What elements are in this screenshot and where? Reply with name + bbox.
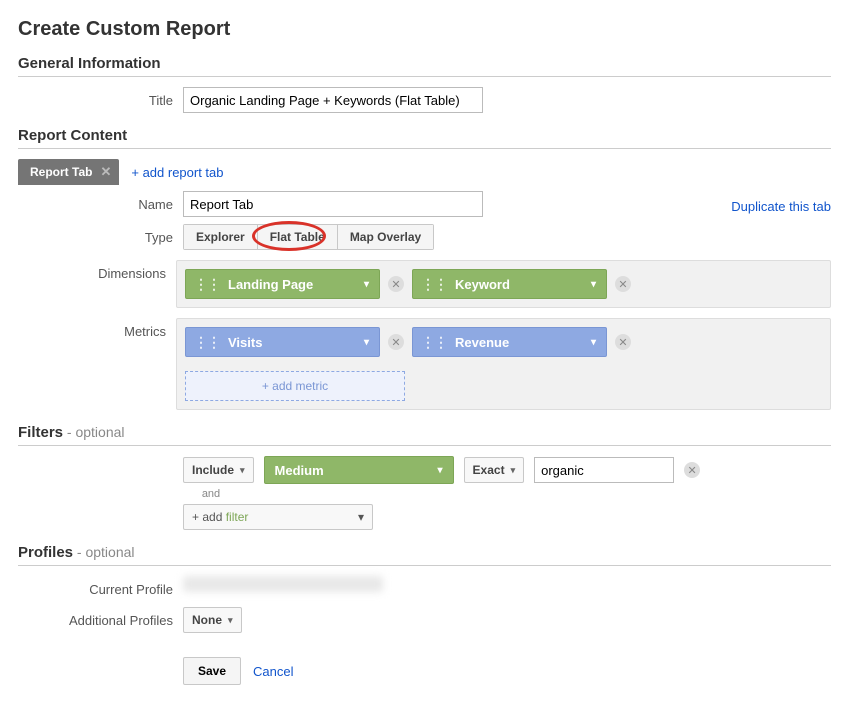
add-metric-button[interactable]: + add metric: [185, 371, 405, 401]
remove-icon[interactable]: ✕: [615, 334, 631, 350]
metric-pill-revenue[interactable]: ⋮⋮ Revenue ▾: [412, 327, 607, 357]
section-content: Report Content: [18, 127, 831, 149]
caret-down-icon: ▾: [240, 465, 245, 476]
label-dimensions: Dimensions: [18, 260, 176, 281]
additional-profiles-dropdown[interactable]: None▾: [183, 607, 242, 633]
section-filters: Filters - optional: [18, 424, 831, 446]
title-input[interactable]: [183, 87, 483, 113]
label-metrics: Metrics: [18, 318, 176, 339]
caret-down-icon: ▾: [581, 337, 606, 348]
label-title: Title: [18, 87, 183, 108]
report-tab-label: Report Tab: [30, 165, 92, 179]
caret-down-icon: ▾: [581, 279, 606, 290]
name-input[interactable]: [183, 191, 483, 217]
dimensions-box: ⋮⋮ Landing Page ▾ ✕ ⋮⋮ Keyword ▾ ✕: [176, 260, 831, 308]
type-toggle: Explorer Flat Table Map Overlay: [183, 224, 434, 250]
remove-icon[interactable]: ✕: [615, 276, 631, 292]
grip-icon: ⋮⋮: [186, 334, 228, 351]
filter-match-dropdown[interactable]: Exact▾: [464, 457, 525, 483]
grip-icon: ⋮⋮: [413, 334, 455, 351]
remove-icon[interactable]: ✕: [388, 334, 404, 350]
label-additional-profiles: Additional Profiles: [18, 607, 183, 628]
page-title: Create Custom Report: [18, 18, 831, 41]
filter-mode-dropdown[interactable]: Include▾: [183, 457, 254, 483]
remove-icon[interactable]: ✕: [684, 462, 700, 478]
filter-value-input[interactable]: [534, 457, 674, 483]
remove-icon[interactable]: ✕: [388, 276, 404, 292]
current-profile-redacted: [183, 576, 383, 592]
add-filter-button[interactable]: + add filter ▾: [183, 504, 373, 530]
type-flat-table[interactable]: Flat Table: [258, 225, 338, 249]
grip-icon: ⋮⋮: [186, 276, 228, 293]
metrics-box: ⋮⋮ Visits ▾ ✕ ⋮⋮ Revenue ▾ ✕ + add metri…: [176, 318, 831, 410]
caret-down-icon: ▾: [354, 337, 379, 348]
and-label: and: [183, 488, 239, 500]
caret-down-icon: ▾: [354, 279, 379, 290]
cancel-link[interactable]: Cancel: [253, 664, 293, 679]
dimension-pill-keyword[interactable]: ⋮⋮ Keyword ▾: [412, 269, 607, 299]
caret-down-icon: ▾: [358, 510, 364, 524]
dimension-pill-landing-page[interactable]: ⋮⋮ Landing Page ▾: [185, 269, 380, 299]
close-icon[interactable]: ✕: [100, 164, 111, 180]
report-tab[interactable]: Report Tab ✕: [18, 159, 119, 185]
save-button[interactable]: Save: [183, 657, 241, 685]
label-type: Type: [18, 224, 183, 245]
section-general: General Information: [18, 55, 831, 77]
caret-down-icon: ▾: [228, 615, 233, 626]
grip-icon: ⋮⋮: [413, 276, 455, 293]
caret-down-icon: ▾: [428, 465, 453, 476]
type-explorer[interactable]: Explorer: [184, 225, 258, 249]
section-profiles: Profiles - optional: [18, 544, 831, 566]
type-map-overlay[interactable]: Map Overlay: [338, 225, 433, 249]
add-report-tab-link[interactable]: + add report tab: [131, 165, 223, 180]
label-name: Name: [18, 191, 183, 212]
caret-down-icon: ▾: [511, 465, 516, 476]
metric-pill-visits[interactable]: ⋮⋮ Visits ▾: [185, 327, 380, 357]
label-current-profile: Current Profile: [18, 576, 183, 597]
filter-field-dropdown[interactable]: Medium ▾: [264, 456, 454, 484]
